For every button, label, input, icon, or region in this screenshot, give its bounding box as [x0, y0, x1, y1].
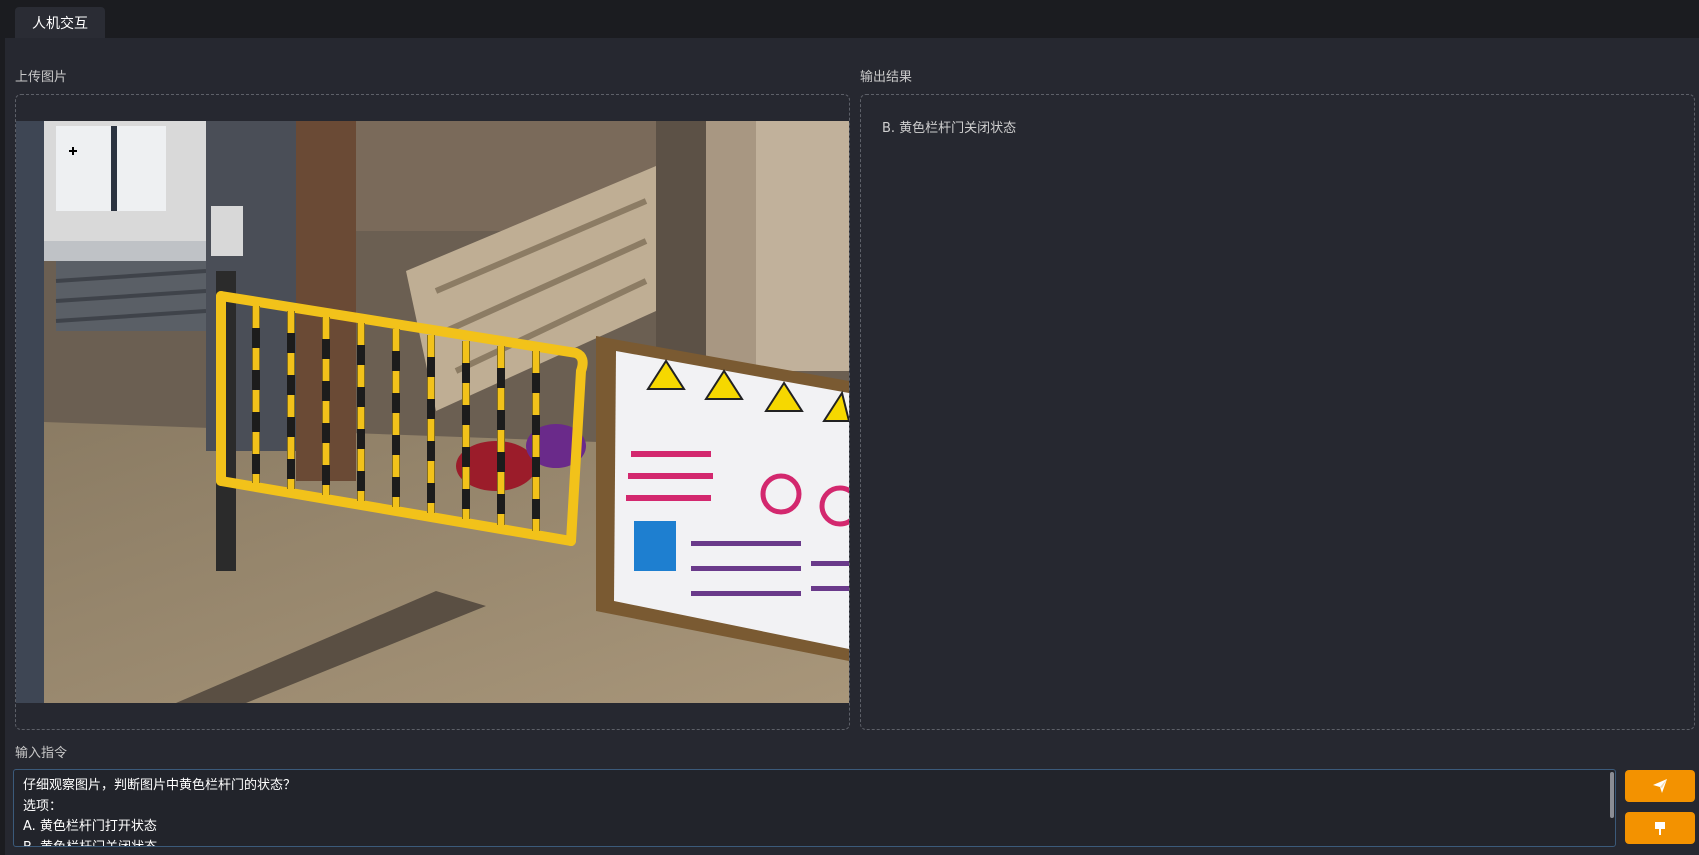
output-label: 输出结果 [860, 70, 913, 85]
image-upload-area[interactable] [15, 94, 850, 730]
textbox-scrollbar[interactable] [1610, 772, 1614, 818]
clear-icon [1655, 822, 1665, 835]
output-result-area: B. 黄色栏杆门关闭状态 [860, 94, 1695, 730]
top-bar: 人机交互 [0, 0, 1699, 38]
result-text: B. 黄色栏杆门关闭状态 [882, 121, 1017, 136]
uploaded-image [16, 121, 849, 703]
tab-human-interaction[interactable]: 人机交互 [15, 7, 105, 38]
send-button[interactable] [1625, 770, 1695, 802]
upload-label: 上传图片 [15, 70, 68, 85]
clear-button[interactable] [1625, 812, 1695, 844]
input-label: 输入指令 [15, 746, 68, 761]
instruction-input[interactable]: 仔细观察图片，判断图片中黄色栏杆门的状态？ 选项： A. 黄色栏杆门打开状态 B… [13, 769, 1616, 847]
send-icon [1653, 779, 1667, 793]
